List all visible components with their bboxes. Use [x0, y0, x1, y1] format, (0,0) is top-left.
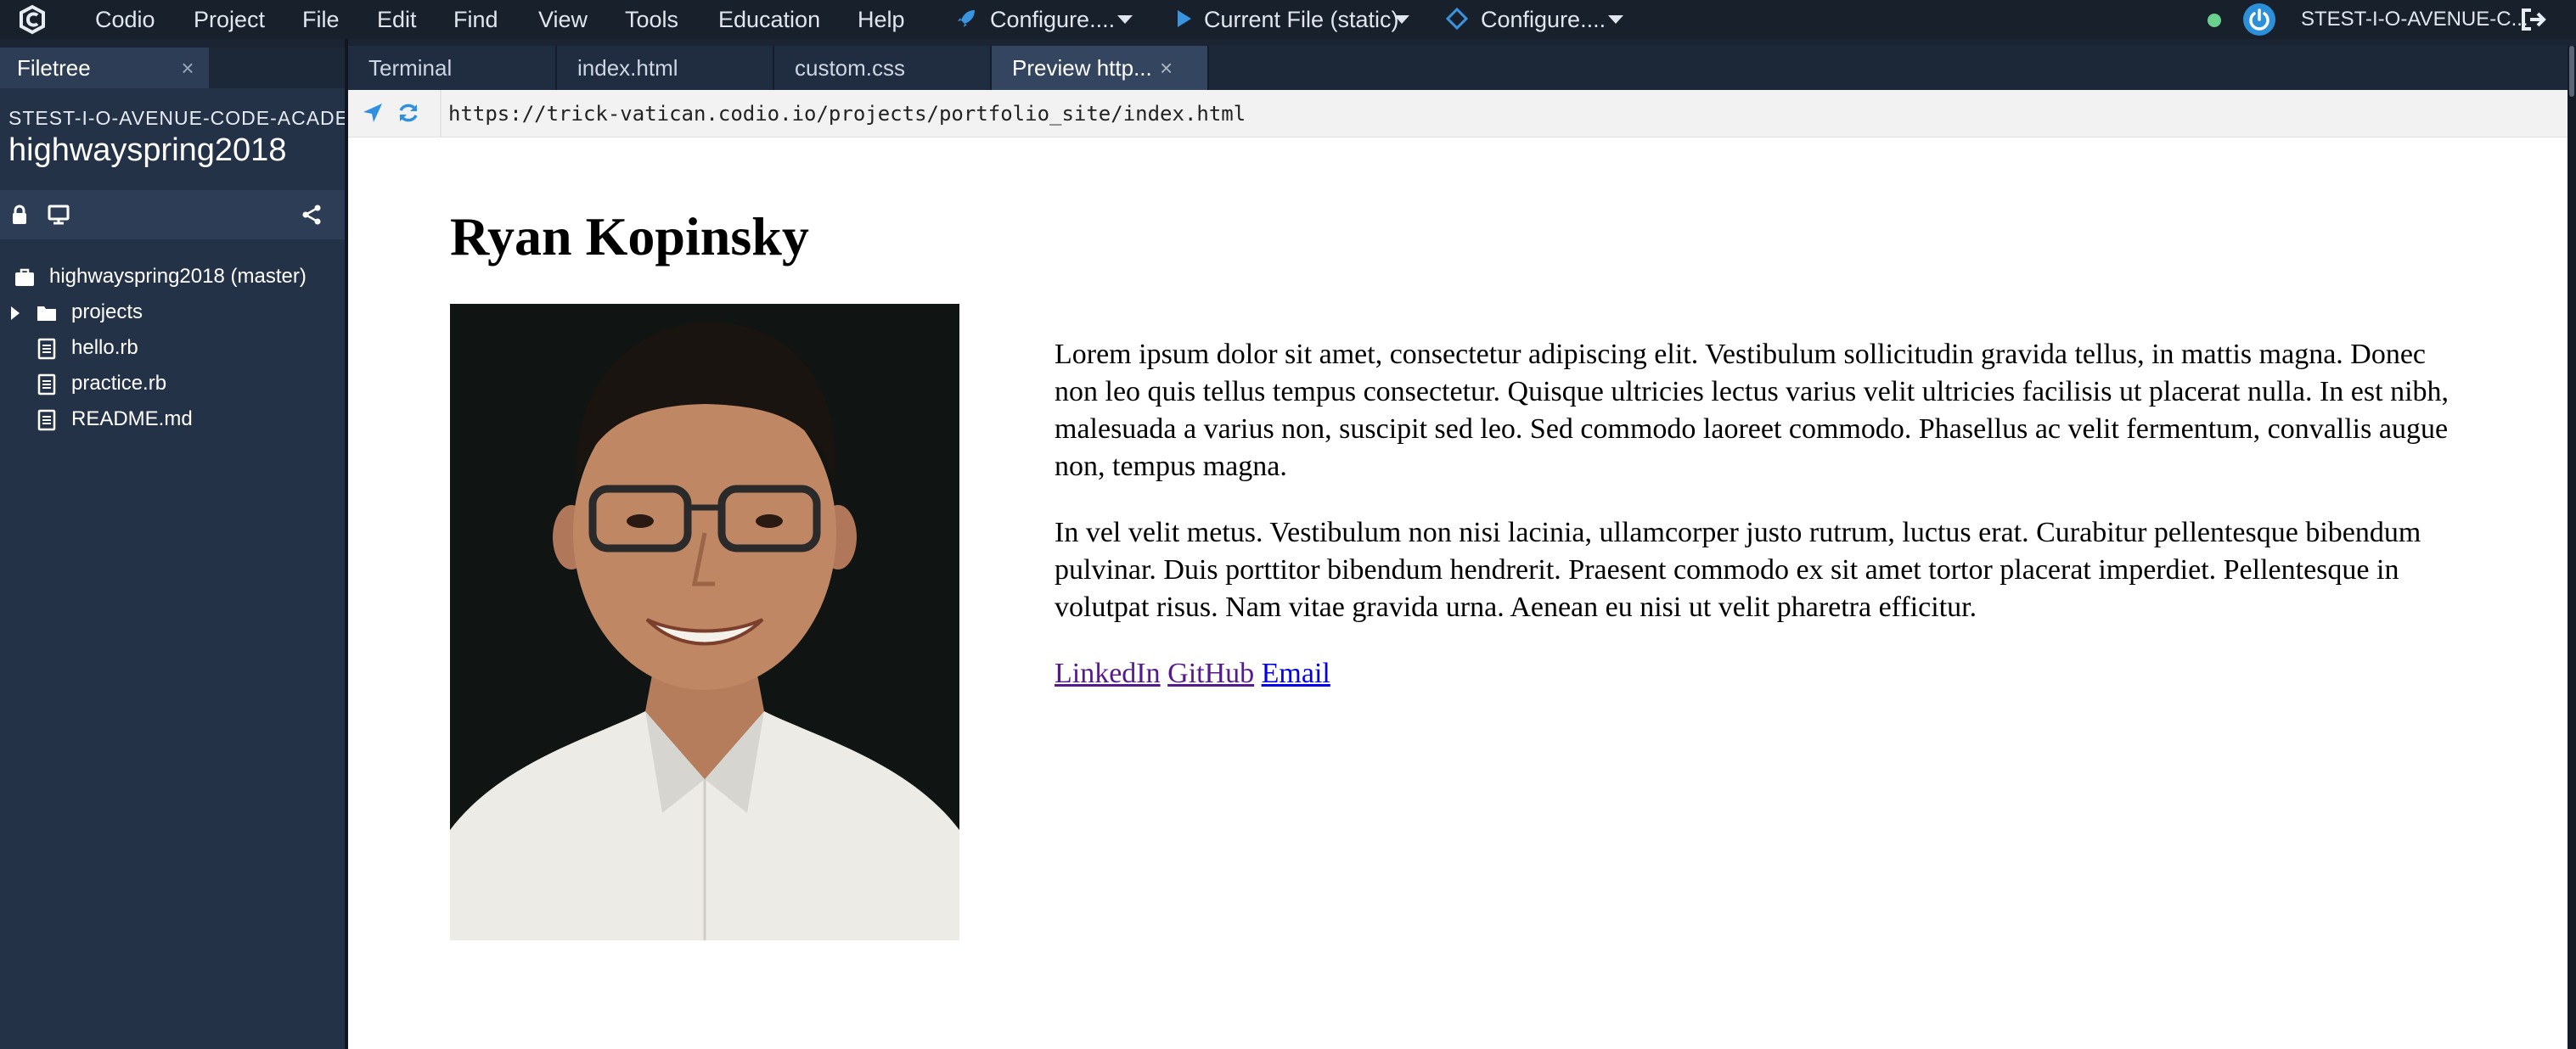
tree-item-projects[interactable]: projects [8, 295, 331, 329]
target-icon [1445, 7, 1469, 31]
close-icon[interactable]: × [1160, 46, 1173, 90]
filetree-toolbar [0, 190, 345, 239]
logout-icon[interactable] [2520, 7, 2547, 32]
preview-pane: Ryan Kopinsky [348, 90, 2568, 1049]
power-icon [2249, 8, 2269, 31]
preview-page: Ryan Kopinsky Lorem ipsum dolor sit amet… [348, 137, 2568, 1049]
menu-codio[interactable]: Codio [95, 0, 155, 39]
tab-terminal[interactable]: Terminal [348, 46, 557, 90]
tab-index-html[interactable]: index.html [557, 46, 774, 90]
file-icon [37, 409, 56, 431]
scrollbar[interactable] [2568, 46, 2576, 1049]
tab-filetree-label: Filetree [17, 55, 91, 81]
social-links: LinkedIn GitHub Email [1055, 655, 2455, 693]
tree-item-label: projects [71, 300, 143, 323]
chevron-down-icon[interactable] [1394, 15, 1409, 24]
chevron-down-icon[interactable] [1608, 15, 1623, 24]
page-heading: Ryan Kopinsky [450, 206, 809, 266]
menu-view[interactable]: View [538, 0, 588, 39]
tab-custom-css[interactable]: custom.css [774, 46, 992, 90]
codio-logo-icon[interactable] [17, 4, 48, 35]
linkedin-link[interactable]: LinkedIn [1055, 658, 1161, 689]
refresh-icon[interactable] [396, 100, 421, 126]
status-dot [2208, 14, 2221, 27]
file-icon [37, 373, 56, 395]
menu-tools[interactable]: Tools [625, 0, 678, 39]
run-config-2-label[interactable]: Current File (static) [1204, 0, 1399, 39]
tab-label: Terminal [368, 55, 453, 81]
editor-tabbar: Terminal index.html custom.css Preview h… [348, 46, 2568, 90]
bio-paragraph: In vel velit metus. Vestibulum non nisi … [1055, 517, 2421, 623]
tree-item-label: practice.rb [71, 372, 167, 395]
project-owner: STEST-I-O-AVENUE-CODE-ACADEMY [8, 107, 345, 129]
file-icon [37, 338, 56, 360]
github-link[interactable]: GitHub [1167, 658, 1254, 689]
bio-content: Lorem ipsum dolor sit amet, consectetur … [1055, 336, 2455, 693]
navigate-icon[interactable] [360, 100, 385, 126]
rocket-icon [958, 10, 975, 27]
menu-project[interactable]: Project [194, 0, 265, 39]
url-bar [348, 90, 2568, 137]
tree-item-file[interactable]: README.md [36, 402, 324, 436]
user-label[interactable]: STEST-I-O-AVENUE-C... [2301, 0, 2528, 39]
play-icon [1178, 10, 1191, 27]
url-separator [440, 90, 442, 137]
caret-right-icon[interactable] [8, 302, 22, 324]
menu-education[interactable]: Education [718, 0, 820, 39]
menu-file[interactable]: File [302, 0, 340, 39]
scrollbar-thumb[interactable] [2569, 46, 2574, 97]
menu-bar: Codio Project File Edit Find View Tools … [0, 0, 2576, 39]
filetree-tabstrip: Filetree × [0, 48, 345, 88]
share-icon[interactable] [301, 204, 323, 226]
lock-icon[interactable] [8, 204, 31, 226]
tree-item-root[interactable]: highwayspring2018 (master) [12, 260, 335, 294]
tree-item-label: README.md [71, 407, 193, 430]
tab-label: index.html [577, 55, 678, 81]
portrait-image [450, 304, 959, 940]
email-link[interactable]: Email [1262, 658, 1330, 689]
portrait-photo [450, 304, 959, 940]
bio-paragraph: Lorem ipsum dolor sit amet, consectetur … [1055, 339, 2449, 482]
menu-help[interactable]: Help [858, 0, 905, 39]
project-name: highwayspring2018 [8, 132, 287, 168]
close-icon[interactable]: × [175, 48, 200, 88]
url-input[interactable] [448, 97, 2554, 131]
tab-label: Preview http... [1012, 55, 1152, 81]
tab-preview[interactable]: Preview http... [992, 46, 1209, 90]
tree-item-file[interactable]: hello.rb [36, 331, 324, 365]
folder-icon [37, 306, 56, 321]
power-button[interactable] [2243, 3, 2275, 36]
chevron-down-icon[interactable] [1117, 15, 1133, 24]
tree-item-label: highwayspring2018 (master) [49, 265, 307, 288]
tree-item-file[interactable]: practice.rb [36, 367, 324, 401]
tree-item-label: hello.rb [71, 336, 138, 359]
filetree-panel: Filetree × STEST-I-O-AVENUE-CODE-ACADEMY… [0, 48, 345, 1049]
menu-find[interactable]: Find [453, 0, 498, 39]
tab-label: custom.css [795, 55, 906, 81]
run-config-3-label[interactable]: Configure.... [1481, 0, 1606, 39]
monitor-icon[interactable] [48, 204, 70, 226]
menu-edit[interactable]: Edit [377, 0, 417, 39]
briefcase-icon [15, 268, 34, 286]
run-config-1-label[interactable]: Configure.... [990, 0, 1115, 39]
